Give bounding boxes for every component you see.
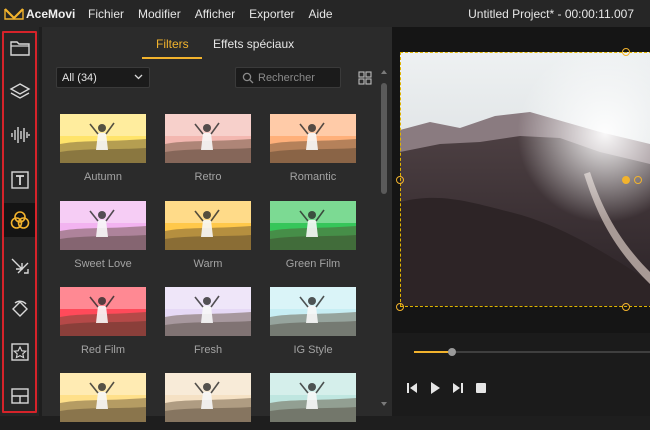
playback-scrubber[interactable]: [448, 348, 456, 356]
filter-thumbnail: [270, 201, 356, 250]
left-toolbar: [0, 27, 39, 416]
filter-card[interactable]: IG Style: [270, 287, 356, 356]
filter-card[interactable]: Sweet Love: [60, 201, 146, 270]
video-frame-image: [400, 52, 650, 306]
resize-handle-bottom-left[interactable]: [396, 303, 404, 311]
tool-filters[interactable]: [4, 203, 35, 237]
filter-card[interactable]: Green Film: [270, 201, 356, 270]
filter-label: IG Style: [293, 344, 333, 356]
filter-card[interactable]: Fresh: [165, 287, 251, 356]
tab-filters[interactable]: Filters: [156, 37, 189, 51]
tool-animation[interactable]: [4, 292, 35, 326]
tool-split-screen[interactable]: [4, 379, 35, 413]
filter-label: Retro: [194, 171, 222, 183]
filter-card[interactable]: Red Film: [60, 287, 146, 356]
filter-thumbnail: [60, 114, 146, 163]
tool-media[interactable]: [4, 31, 35, 65]
split-screen-icon: [10, 388, 29, 404]
filter-thumbnail: [60, 373, 146, 422]
title-bar: AceMovi Fichier Modifier Afficher Export…: [0, 0, 650, 27]
filter-label: Fresh: [193, 344, 223, 356]
filter-card[interactable]: [60, 373, 146, 430]
menu-aide[interactable]: Aide: [309, 7, 333, 21]
filter-label: Green Film: [285, 258, 341, 270]
previous-frame-button[interactable]: [405, 381, 419, 395]
scroll-up-arrow[interactable]: [381, 70, 387, 74]
tool-text[interactable]: [4, 163, 35, 197]
menu-afficher[interactable]: Afficher: [195, 7, 235, 21]
grid-view-icon[interactable]: [358, 71, 372, 85]
filter-thumbnail: [270, 114, 356, 163]
filter-thumbnail: [165, 201, 251, 250]
filter-card[interactable]: Retro: [165, 114, 251, 183]
transitions-icon: [11, 258, 29, 274]
tool-elements[interactable]: [4, 335, 35, 369]
stop-button[interactable]: [474, 381, 488, 395]
dropdown-value: All (34): [62, 72, 97, 84]
filter-thumbnail: [270, 373, 356, 422]
chevron-down-icon: [134, 74, 143, 80]
scrollbar-thumb[interactable]: [381, 83, 387, 194]
filter-thumbnail: [270, 287, 356, 336]
menu-fichier[interactable]: Fichier: [88, 7, 124, 21]
tool-layers[interactable]: [4, 75, 35, 109]
menu-modifier[interactable]: Modifier: [138, 7, 181, 21]
tool-transitions[interactable]: [4, 249, 35, 283]
app-name: AceMovi: [26, 6, 76, 21]
next-frame-button[interactable]: [451, 381, 465, 395]
filter-label: Romantic: [289, 171, 337, 183]
filter-card[interactable]: Warm: [165, 201, 251, 270]
filter-thumbnail: [60, 287, 146, 336]
filter-category-dropdown[interactable]: All (34): [56, 67, 150, 88]
panel-tabs: Filters Effets spéciaux: [42, 27, 392, 59]
resize-handle-top-right[interactable]: [622, 48, 630, 56]
play-icon: [431, 382, 440, 394]
layers-icon: [9, 83, 30, 99]
text-icon: [10, 171, 29, 189]
video-preview[interactable]: [400, 52, 650, 306]
project-title: Untitled Project* - 00:00:11.007: [468, 7, 634, 21]
search-input[interactable]: [258, 70, 338, 85]
next-frame-icon: [453, 383, 463, 393]
audio-waveform-icon: [10, 127, 30, 143]
filter-label: Sweet Love: [74, 258, 132, 270]
elements-icon: [10, 343, 29, 361]
app-logo: AceMovi: [4, 7, 88, 21]
resize-handle-right[interactable]: [622, 176, 630, 184]
play-button[interactable]: [428, 381, 442, 395]
rotate-handle[interactable]: [634, 176, 642, 184]
folder-icon: [9, 41, 30, 56]
filter-card[interactable]: [165, 373, 251, 430]
stop-icon: [476, 383, 486, 393]
filter-card[interactable]: [270, 373, 356, 430]
filter-thumbnail: [165, 373, 251, 422]
previous-frame-icon: [407, 383, 417, 393]
menu-exporter[interactable]: Exporter: [249, 7, 294, 21]
tool-audio[interactable]: [4, 118, 35, 152]
filter-label: Autumn: [84, 171, 122, 183]
playback-progress-fill: [414, 351, 452, 353]
search-box[interactable]: [235, 67, 341, 88]
player-controls: [392, 333, 650, 416]
resize-handle-bottom-right[interactable]: [622, 303, 630, 311]
search-icon: [242, 72, 254, 84]
filter-card[interactable]: Romantic: [270, 114, 356, 183]
filter-thumbnail: [165, 114, 251, 163]
resize-handle-left[interactable]: [396, 176, 404, 184]
scroll-down-arrow[interactable]: [381, 402, 387, 406]
animation-icon: [11, 300, 28, 317]
acemovi-logo-icon: [4, 7, 24, 20]
filter-card[interactable]: Autumn: [60, 114, 146, 183]
tab-effets-speciaux[interactable]: Effets spéciaux: [213, 37, 294, 51]
active-tab-indicator: [142, 57, 202, 59]
filter-label: Red Film: [80, 344, 125, 356]
filter-label: Warm: [193, 258, 223, 270]
filters-icon: [10, 211, 29, 229]
filter-thumbnail: [165, 287, 251, 336]
filter-thumbnail: [60, 201, 146, 250]
